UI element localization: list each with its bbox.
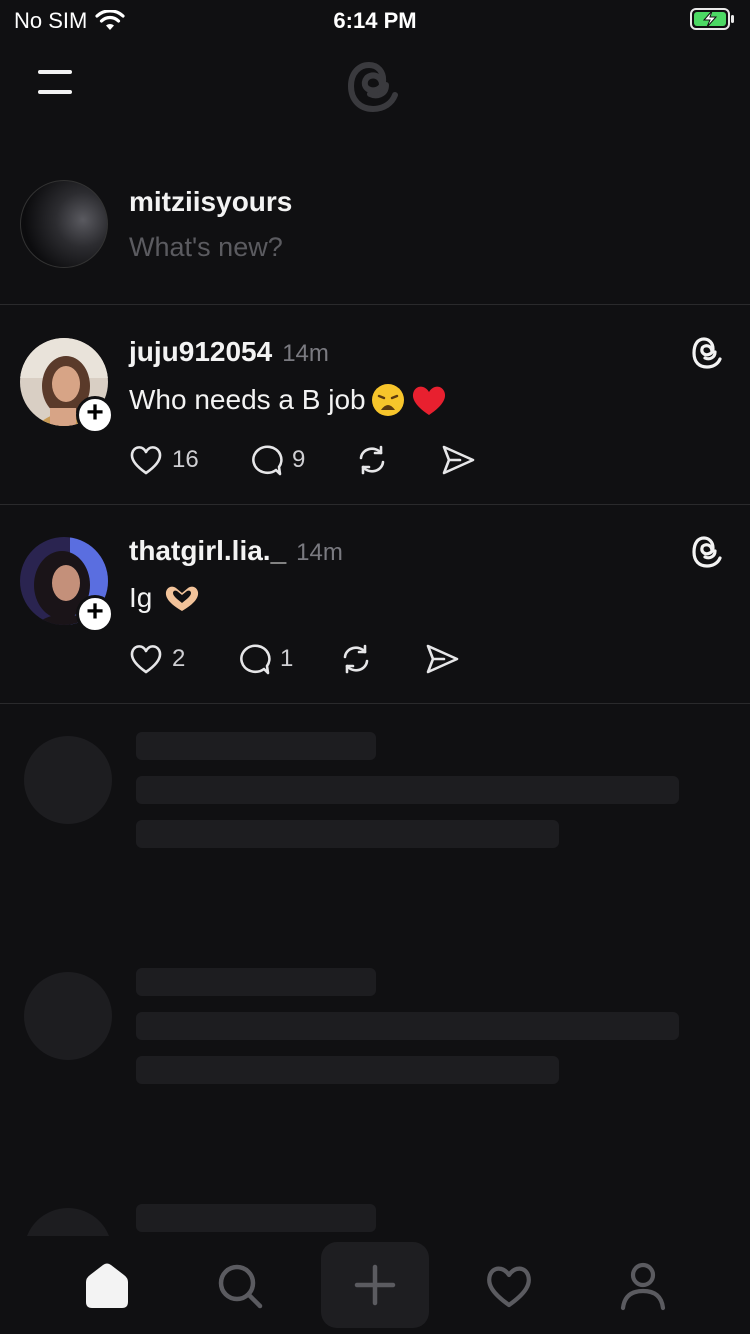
weary-face-icon — [371, 384, 404, 416]
threads-mark-icon[interactable] — [690, 334, 724, 372]
activity-heart-icon — [487, 1266, 531, 1308]
status-time: 6:14 PM — [333, 8, 417, 33]
repost-icon — [359, 445, 385, 475]
bottom-tab-bar — [0, 1236, 750, 1334]
post-time: 14m — [282, 340, 329, 367]
reply-button[interactable]: 1 — [236, 641, 293, 677]
threads-mark-icon[interactable] — [690, 533, 724, 571]
battery-charging-icon — [690, 8, 734, 30]
like-button[interactable]: 2 — [128, 641, 185, 677]
skeleton-line — [136, 820, 559, 848]
home-icon — [86, 1263, 128, 1308]
profile-icon — [620, 1262, 666, 1311]
tab-search[interactable] — [190, 1246, 290, 1326]
search-icon — [218, 1264, 263, 1309]
share-button[interactable] — [424, 641, 460, 677]
send-icon — [442, 445, 475, 475]
repost-button[interactable] — [338, 641, 374, 677]
heart-icon — [130, 446, 162, 475]
skeleton-line — [136, 732, 376, 760]
skeleton-avatar — [24, 736, 112, 824]
menu-button[interactable] — [36, 66, 76, 98]
skeleton-line — [136, 776, 679, 804]
thread-post[interactable]: + thatgirl.lia._ 14m Ig 2 1 — [0, 505, 750, 704]
threads-logo-icon[interactable] — [340, 52, 410, 122]
reply-count: 9 — [292, 446, 306, 473]
new-thread-composer[interactable]: mitziisyours What's new? — [0, 170, 750, 305]
repost-icon — [343, 644, 369, 674]
like-count: 16 — [172, 446, 199, 473]
share-button[interactable] — [440, 442, 476, 478]
tab-activity[interactable] — [459, 1246, 559, 1326]
composer-input[interactable]: What's new? — [129, 232, 283, 263]
comment-bubble-icon — [240, 644, 271, 675]
comment-bubble-icon — [252, 445, 283, 476]
follow-plus-button[interactable]: + — [76, 396, 114, 434]
skeleton-line — [136, 1012, 679, 1040]
post-time: 14m — [296, 539, 343, 566]
reply-count: 1 — [280, 645, 294, 672]
post-header: thatgirl.lia._ 14m — [129, 535, 343, 567]
skeleton-line — [136, 968, 376, 996]
skeleton-avatar — [24, 972, 112, 1060]
thread-post[interactable]: + juju912054 14m Who needs a B job 16 9 — [0, 306, 750, 505]
like-count: 2 — [172, 645, 186, 672]
post-username[interactable]: thatgirl.lia._ — [129, 535, 286, 567]
post-text: Ig — [129, 581, 202, 615]
repost-button[interactable] — [354, 442, 390, 478]
composer-username: mitziisyours — [129, 186, 293, 217]
send-icon — [426, 644, 459, 674]
tab-home[interactable] — [57, 1246, 157, 1326]
compose-icon — [354, 1264, 396, 1306]
red-heart-icon — [412, 386, 445, 415]
heart-hands-icon — [166, 586, 199, 611]
post-body: Ig — [129, 582, 153, 613]
skeleton-line — [136, 1204, 376, 1232]
reply-button[interactable]: 9 — [248, 442, 305, 478]
tab-compose[interactable] — [321, 1242, 429, 1328]
post-username[interactable]: juju912054 — [129, 336, 272, 368]
like-button[interactable]: 16 — [128, 442, 199, 478]
tab-profile[interactable] — [593, 1246, 693, 1326]
skeleton-line — [136, 1056, 559, 1084]
post-body: Who needs a B job — [129, 384, 366, 415]
follow-plus-button[interactable]: + — [76, 595, 114, 633]
post-header: juju912054 14m — [129, 336, 329, 368]
heart-icon — [130, 645, 162, 674]
post-text: Who needs a B job — [129, 382, 448, 418]
status-bar: No SIM 6:14 PM — [0, 0, 750, 40]
my-avatar — [20, 180, 108, 268]
